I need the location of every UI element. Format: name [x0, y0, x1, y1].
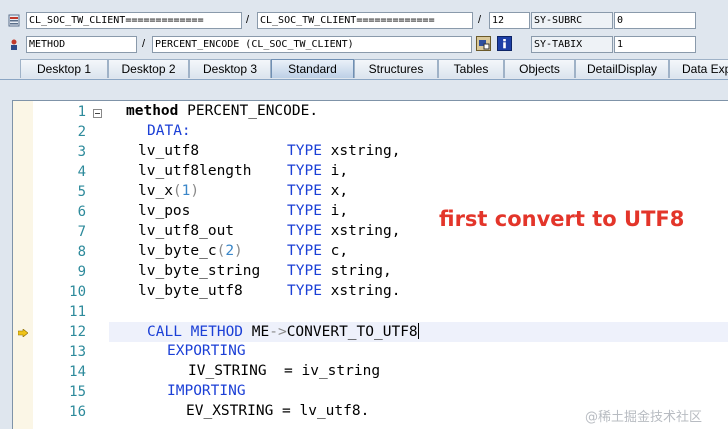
- event-name-field[interactable]: PERCENT_ENCODE (CL_SOC_TW_CLIENT): [152, 36, 472, 53]
- line-number: 5: [77, 184, 86, 200]
- line-number: 7: [77, 224, 86, 240]
- tab-tables[interactable]: Tables: [438, 59, 504, 78]
- class-icon: [8, 14, 20, 27]
- line-number: 16: [69, 404, 86, 420]
- code-line: TYPE i,: [287, 163, 349, 179]
- sysvar-name-subrc: SY-SUBRC: [531, 12, 613, 29]
- tab-strip: Desktop 1 Desktop 2 Desktop 3 Standard S…: [0, 57, 728, 80]
- code-line: TYPE xstring,: [287, 143, 401, 159]
- annotation-text: first convert to UTF8: [439, 207, 685, 231]
- tab-objects[interactable]: Objects: [504, 59, 575, 78]
- tab-structures[interactable]: Structures: [354, 59, 438, 78]
- code-line: lv_byte_string: [138, 263, 261, 279]
- line-number: 6: [77, 204, 86, 220]
- code-line: DATA:: [147, 123, 191, 139]
- tab-detaildisplay[interactable]: DetailDisplay: [575, 59, 669, 78]
- line-number: 9: [77, 264, 86, 280]
- collapse-block-icon[interactable]: [93, 109, 102, 118]
- line-number: 11: [69, 304, 86, 320]
- text-cursor: [417, 323, 419, 339]
- separator-slash: /: [142, 38, 146, 50]
- code-line: TYPE c,: [287, 243, 349, 259]
- tab-desktop-3[interactable]: Desktop 3: [189, 59, 271, 78]
- include-field[interactable]: CL_SOC_TW_CLIENT=============: [257, 12, 473, 29]
- line-number: 15: [69, 384, 86, 400]
- code-line: IMPORTING: [167, 383, 246, 399]
- sysvar-value-subrc[interactable]: 0: [614, 12, 696, 29]
- line-field[interactable]: 12: [489, 12, 530, 29]
- separator-slash: /: [246, 14, 250, 26]
- line-number: 3: [77, 144, 86, 160]
- tab-desktop-2[interactable]: Desktop 2: [108, 59, 189, 78]
- code-line: lv_utf8: [138, 143, 200, 159]
- code-line: TYPE xstring,: [287, 223, 401, 239]
- code-line-current: CALL METHOD ME->CONVERT_TO_UTF8: [147, 323, 419, 340]
- sysvar-value-tabix[interactable]: 1: [614, 36, 696, 53]
- code-line: method PERCENT_ENCODE.: [126, 103, 319, 119]
- line-number: 1: [77, 104, 86, 120]
- navigate-icon[interactable]: [476, 36, 491, 51]
- code-line: IV_STRING = iv_string: [188, 363, 381, 379]
- program-field[interactable]: CL_SOC_TW_CLIENT=============: [26, 12, 242, 29]
- line-numbers: 1 2 3 4 5 6 7 8 9 10 11 12 13 14 15 16: [33, 101, 93, 429]
- line-number: 2: [77, 124, 86, 140]
- info-icon[interactable]: [497, 36, 512, 51]
- separator-slash: /: [478, 14, 482, 26]
- line-number: 8: [77, 244, 86, 260]
- line-number: 4: [77, 164, 86, 180]
- execution-arrow-icon: [18, 329, 28, 337]
- line-number: 12: [69, 324, 86, 340]
- sysvar-name-tabix: SY-TABIX: [531, 36, 613, 53]
- code-line: lv_pos: [138, 203, 191, 219]
- code-line: TYPE string,: [287, 263, 392, 279]
- toolbar-row-1: CL_SOC_TW_CLIENT============= / CL_SOC_T…: [0, 10, 728, 31]
- line-number: 13: [69, 344, 86, 360]
- breakpoint-gutter[interactable]: [13, 101, 34, 429]
- tab-data-explorer[interactable]: Data Exp: [669, 59, 728, 78]
- code-line: TYPE i,: [287, 203, 349, 219]
- code-line: EV_XSTRING = lv_utf8.: [186, 403, 370, 419]
- code-line: lv_byte_c(2): [138, 243, 243, 259]
- line-number: 10: [69, 284, 86, 300]
- code-line: TYPE xstring.: [287, 283, 401, 299]
- event-type-field[interactable]: METHOD: [26, 36, 137, 53]
- source-editor[interactable]: 1 2 3 4 5 6 7 8 9 10 11 12 13 14 15 16 m…: [12, 100, 728, 429]
- code-line: lv_x(1): [138, 183, 200, 199]
- code-line: EXPORTING: [167, 343, 246, 359]
- tab-desktop-1[interactable]: Desktop 1: [20, 59, 108, 78]
- toolbar-row-2: METHOD / PERCENT_ENCODE (CL_SOC_TW_CLIEN…: [0, 34, 728, 55]
- method-icon: [11, 39, 17, 50]
- watermark: @稀土掘金技术社区: [585, 410, 703, 425]
- tab-standard[interactable]: Standard: [271, 59, 354, 78]
- code-line: TYPE x,: [287, 183, 349, 199]
- code-line: lv_utf8_out: [138, 223, 235, 239]
- code-line: lv_utf8length: [138, 163, 252, 179]
- line-number: 14: [69, 364, 86, 380]
- code-line: lv_byte_utf8: [138, 283, 243, 299]
